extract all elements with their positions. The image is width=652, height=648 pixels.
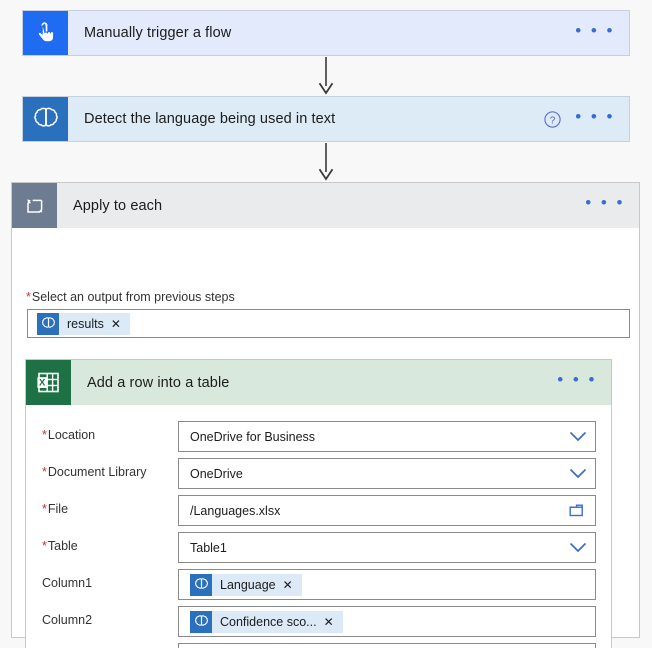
apply-to-each-container[interactable]: Apply to each • • • *Select an output fr… — [11, 182, 640, 648]
action-card-detect-language[interactable]: Detect the language being used in text ?… — [22, 96, 630, 142]
label-location: *Location — [42, 428, 95, 442]
select-output-label: *Select an output from previous steps — [26, 290, 235, 304]
detect-overflow-menu-icon[interactable]: • • • — [575, 108, 615, 127]
form-row-table: *Table Table1 — [26, 532, 611, 563]
brain-icon — [190, 573, 212, 596]
dropdown-location[interactable]: OneDrive for Business — [178, 421, 596, 452]
brain-icon — [23, 97, 68, 141]
label-document-library-text: Document Library — [47, 465, 147, 479]
dropdown-document-library-value: OneDrive — [190, 466, 243, 481]
required-marker: * — [42, 502, 47, 516]
flow-designer-canvas: Manually trigger a flow • • • Detect the… — [0, 0, 652, 648]
label-location-text: Location — [47, 428, 96, 442]
chevron-down-icon[interactable] — [561, 468, 595, 479]
required-marker: * — [42, 465, 47, 479]
dropdown-table[interactable]: Table1 — [178, 532, 596, 563]
excel-card-header[interactable]: X Add a row into a table • • • — [26, 360, 611, 405]
brain-icon — [190, 610, 212, 633]
help-icon[interactable]: ? — [544, 110, 561, 128]
form-row-column3: Column3 My Text — [26, 643, 611, 648]
apply-to-each-actions: • • • — [585, 183, 639, 228]
required-marker: * — [42, 539, 47, 553]
dynamic-token-language[interactable]: Language ✕ — [190, 573, 302, 596]
input-column1[interactable]: Language ✕ — [178, 569, 596, 600]
file-picker-value: /Languages.xlsx — [190, 503, 281, 518]
chevron-down-icon[interactable] — [561, 431, 595, 442]
required-marker: * — [26, 290, 31, 304]
label-table-text: Table — [47, 539, 78, 553]
dropdown-table-value: Table1 — [190, 540, 227, 555]
input-column3[interactable]: My Text ✕ — [178, 643, 596, 648]
trigger-overflow-menu-icon[interactable]: • • • — [575, 22, 615, 41]
token-remove-icon[interactable]: ✕ — [324, 616, 343, 628]
label-file: *File — [42, 502, 68, 516]
dynamic-token-confidence-score[interactable]: Confidence sco... ✕ — [190, 610, 343, 633]
apply-to-each-overflow-menu-icon[interactable]: • • • — [585, 194, 625, 213]
label-table: *Table — [42, 539, 78, 553]
dropdown-location-value: OneDrive for Business — [190, 429, 316, 444]
dynamic-token-results[interactable]: results ✕ — [37, 312, 130, 335]
token-remove-icon[interactable]: ✕ — [111, 318, 130, 330]
token-remove-icon[interactable]: ✕ — [283, 579, 302, 591]
detect-card-actions: ? • • • — [544, 97, 629, 141]
svg-text:?: ? — [550, 115, 556, 126]
label-column2: Column2 — [42, 613, 93, 627]
folder-icon[interactable] — [561, 503, 595, 519]
label-file-text: File — [47, 502, 69, 516]
excel-card-body: *Location OneDrive for Business *Documen… — [26, 405, 611, 648]
chevron-down-icon[interactable] — [561, 542, 595, 553]
connector-arrow-trigger-to-detect — [318, 57, 334, 95]
form-row-column1: Column1 Language ✕ — [26, 569, 611, 600]
label-column1: Column1 — [42, 576, 93, 590]
hand-pointer-icon — [23, 11, 68, 55]
excel-overflow-menu-icon[interactable]: • • • — [557, 371, 597, 390]
apply-to-each-header[interactable]: Apply to each • • • — [12, 183, 639, 229]
apply-to-each-title: Apply to each — [73, 197, 163, 214]
label-document-library: *Document Library — [42, 465, 147, 479]
token-label: Confidence sco... — [220, 614, 317, 629]
input-column2[interactable]: Confidence sco... ✕ — [178, 606, 596, 637]
apply-to-each-body: *Select an output from previous steps re… — [12, 228, 639, 648]
trigger-card-actions: • • • — [575, 11, 629, 55]
dropdown-document-library[interactable]: OneDrive — [178, 458, 596, 489]
select-output-label-text: Select an output from previous steps — [31, 290, 235, 304]
form-row-location: *Location OneDrive for Business — [26, 421, 611, 452]
select-output-input[interactable]: results ✕ — [27, 309, 630, 338]
excel-card-actions: • • • — [557, 360, 611, 405]
form-row-column2: Column2 Confidence sco... ✕ — [26, 606, 611, 637]
excel-card-title: Add a row into a table — [87, 374, 230, 391]
connector-arrow-detect-to-loop — [318, 143, 334, 181]
token-label: results — [67, 316, 104, 331]
required-marker: * — [42, 428, 47, 442]
file-picker-input[interactable]: /Languages.xlsx — [178, 495, 596, 526]
loop-icon — [12, 183, 57, 228]
token-label: Language — [220, 577, 276, 592]
trigger-card-manually-trigger-a-flow[interactable]: Manually trigger a flow • • • — [22, 10, 630, 56]
brain-icon — [37, 312, 59, 335]
form-row-document-library: *Document Library OneDrive — [26, 458, 611, 489]
action-card-add-row-into-table[interactable]: X Add a row into a table • • • *Location — [25, 359, 612, 648]
form-row-file: *File /Languages.xlsx — [26, 495, 611, 526]
excel-icon: X — [26, 360, 71, 405]
trigger-card-title: Manually trigger a flow — [84, 25, 232, 41]
detect-card-title: Detect the language being used in text — [84, 111, 336, 127]
svg-text:X: X — [39, 377, 46, 388]
